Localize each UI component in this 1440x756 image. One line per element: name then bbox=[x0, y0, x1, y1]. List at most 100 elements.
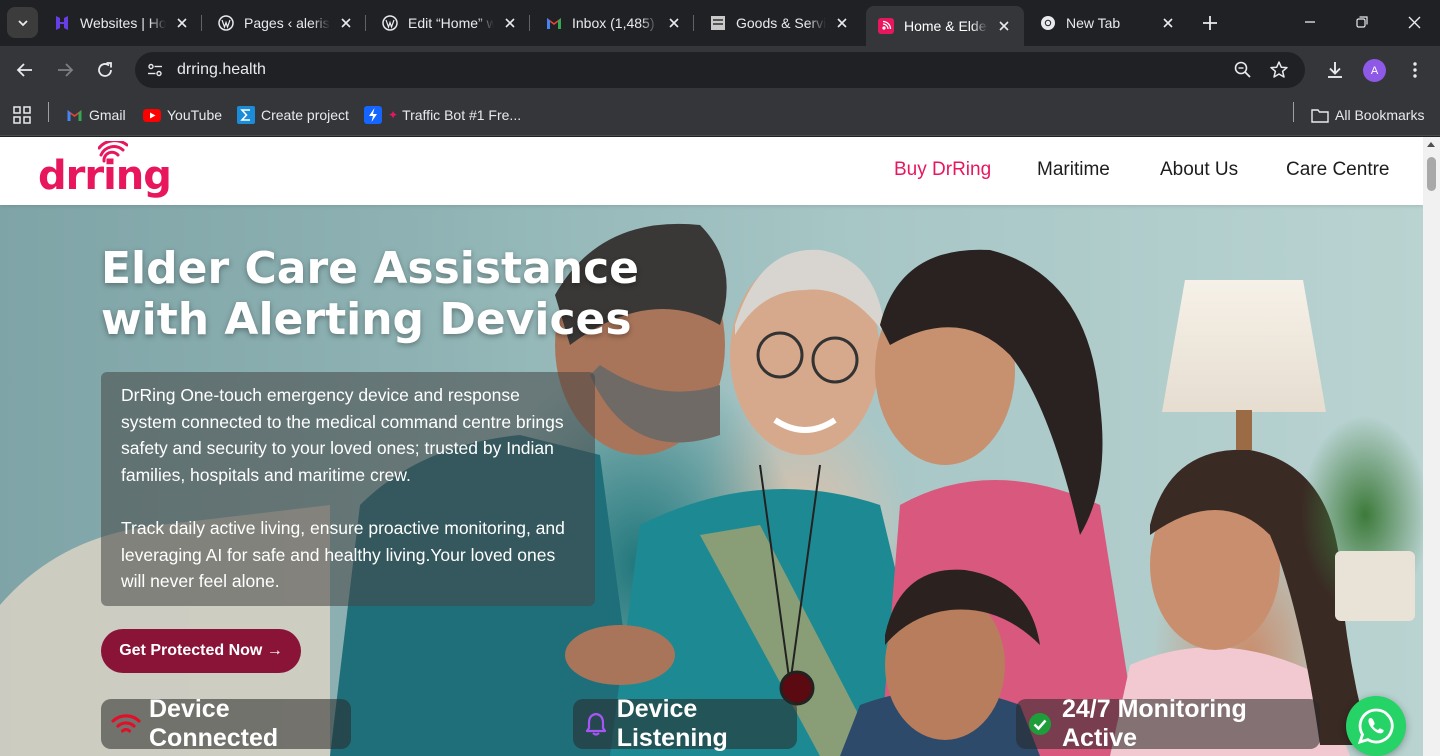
whatsapp-icon bbox=[1357, 708, 1394, 745]
apps-grid-icon bbox=[13, 106, 31, 124]
lamp-base bbox=[1236, 410, 1252, 450]
drring-icon bbox=[878, 18, 894, 34]
browser-toolbar: drring.health A bbox=[0, 46, 1440, 94]
scroll-up-arrow[interactable] bbox=[1427, 142, 1435, 147]
new-tab-button[interactable] bbox=[1198, 11, 1222, 35]
hero-title: Elder Care Assistance with Alerting Devi… bbox=[101, 243, 639, 345]
tab-title: Home & Elder bbox=[904, 18, 988, 34]
bolt-icon bbox=[364, 106, 382, 124]
tab-edit-home[interactable]: Edit “Home” w bbox=[370, 6, 530, 40]
bookmark-separator bbox=[1293, 102, 1294, 122]
site-header: drring Buy DrRing Maritime About Us Care… bbox=[0, 137, 1423, 205]
hero-paragraph-1: DrRing One-touch emergency device and re… bbox=[121, 385, 564, 485]
bookmark-gmail[interactable]: Gmail bbox=[65, 104, 126, 126]
close-icon[interactable] bbox=[834, 15, 850, 31]
plant-pot bbox=[1335, 551, 1415, 621]
downloads-button[interactable] bbox=[1323, 58, 1347, 82]
tab-new-tab[interactable]: New Tab bbox=[1028, 6, 1188, 40]
close-icon[interactable] bbox=[502, 15, 518, 31]
wifi-icon bbox=[111, 709, 141, 739]
nav-maritime[interactable]: Maritime bbox=[1037, 159, 1110, 181]
signal-icon bbox=[98, 141, 128, 163]
chrome-icon bbox=[1040, 15, 1056, 31]
check-circle-icon bbox=[1026, 709, 1054, 739]
apps-button[interactable] bbox=[13, 104, 37, 126]
bookmarks-bar: Gmail YouTube Create project ✦ Traffic B… bbox=[0, 94, 1440, 136]
hero-description-card: DrRing One-touch emergency device and re… bbox=[101, 372, 595, 606]
reload-button[interactable] bbox=[93, 58, 117, 82]
status-label: Device Connected bbox=[149, 695, 279, 752]
gmail-icon bbox=[65, 106, 83, 124]
hero-title-line2: with Alerting Devices bbox=[101, 294, 632, 345]
gmail-icon bbox=[546, 15, 562, 31]
close-window-button[interactable] bbox=[1402, 10, 1426, 34]
wordpress-icon bbox=[218, 15, 234, 31]
close-icon[interactable] bbox=[666, 15, 682, 31]
status-label: 24/7 Monitoring Active bbox=[1061, 695, 1247, 752]
youtube-icon bbox=[143, 106, 161, 124]
profile-avatar[interactable]: A bbox=[1363, 59, 1386, 82]
close-icon[interactable] bbox=[1160, 15, 1176, 31]
tab-inbox[interactable]: Inbox (1,485) bbox=[534, 6, 694, 40]
nav-buy-drring[interactable]: Buy DrRing bbox=[894, 159, 991, 181]
page-scrollbar[interactable] bbox=[1423, 137, 1440, 756]
reload-icon bbox=[98, 62, 112, 77]
bookmark-separator bbox=[48, 102, 49, 122]
hero-paragraph-2: Track daily active living, ensure proact… bbox=[121, 518, 565, 591]
url-text[interactable]: drring.health bbox=[177, 61, 266, 79]
status-label: Device Listening bbox=[616, 695, 728, 752]
arrow-left-icon bbox=[16, 63, 32, 77]
minimize-button[interactable] bbox=[1298, 10, 1322, 34]
restore-button[interactable] bbox=[1350, 10, 1374, 34]
folder-icon bbox=[1311, 106, 1329, 124]
wordpress-icon bbox=[382, 15, 398, 31]
forward-button[interactable] bbox=[53, 58, 77, 82]
star-icon[interactable] bbox=[1269, 60, 1289, 80]
all-bookmarks-button[interactable]: All Bookmarks bbox=[1311, 104, 1424, 126]
close-icon[interactable] bbox=[338, 15, 354, 31]
address-bar[interactable]: drring.health bbox=[135, 52, 1305, 88]
tab-separator bbox=[529, 15, 530, 31]
gov-icon bbox=[710, 15, 726, 31]
hero-title-line1: Elder Care Assistance bbox=[101, 243, 640, 294]
nav-care-centre[interactable]: Care Centre bbox=[1286, 159, 1390, 181]
back-button[interactable] bbox=[13, 58, 37, 82]
whatsapp-button[interactable] bbox=[1346, 696, 1406, 756]
tab-title: Websites | Ho bbox=[80, 15, 166, 31]
web-page: drring Buy DrRing Maritime About Us Care… bbox=[0, 137, 1423, 756]
minimize-icon bbox=[1305, 21, 1315, 23]
site-info-icon[interactable] bbox=[145, 60, 165, 80]
tab-pages[interactable]: Pages ‹ aleris.v bbox=[206, 6, 366, 40]
tab-websites[interactable]: Websites | Ho bbox=[42, 6, 202, 40]
zoom-icon[interactable] bbox=[1233, 60, 1253, 80]
bell-icon bbox=[583, 709, 609, 739]
close-icon[interactable] bbox=[996, 18, 1012, 34]
tab-title: New Tab bbox=[1066, 15, 1121, 31]
tab-search-button[interactable] bbox=[7, 7, 38, 38]
bookmark-youtube[interactable]: YouTube bbox=[143, 104, 222, 126]
bookmark-traffic-bot[interactable]: ✦ Traffic Bot #1 Fre... bbox=[364, 104, 521, 126]
status-device-listening: Device Listening bbox=[573, 695, 797, 752]
bookmark-create-project[interactable]: Create project bbox=[237, 104, 349, 126]
sigma-icon bbox=[237, 106, 255, 124]
bookmark-label: Traffic Bot #1 Fre... bbox=[402, 107, 522, 123]
tab-home-elder[interactable]: Home & Elder bbox=[866, 6, 1024, 46]
scrollbar-thumb[interactable] bbox=[1427, 157, 1436, 191]
chevron-down-icon bbox=[17, 19, 28, 26]
nav-about-us[interactable]: About Us bbox=[1160, 159, 1238, 181]
close-icon[interactable] bbox=[174, 15, 190, 31]
tab-title: Goods & Servi bbox=[736, 15, 826, 31]
tab-goods-services[interactable]: Goods & Servi bbox=[698, 6, 862, 40]
bookmark-label: YouTube bbox=[167, 107, 223, 123]
tab-separator bbox=[693, 15, 694, 31]
kebab-menu-icon bbox=[1413, 62, 1417, 78]
get-protected-button[interactable]: Get Protected Now → bbox=[101, 629, 301, 673]
browser-menu-button[interactable] bbox=[1403, 58, 1427, 82]
all-bookmarks-label: All Bookmarks bbox=[1335, 107, 1425, 123]
hostinger-icon bbox=[54, 15, 70, 31]
status-device-connected: Device Connected bbox=[101, 695, 351, 752]
tab-strip: Websites | Ho Pages ‹ aleris.v Edit “Hom… bbox=[0, 0, 1440, 46]
download-icon bbox=[1328, 62, 1342, 78]
tab-title: Pages ‹ aleris.v bbox=[244, 15, 330, 31]
sparkle-icon: ✦ bbox=[388, 108, 399, 122]
